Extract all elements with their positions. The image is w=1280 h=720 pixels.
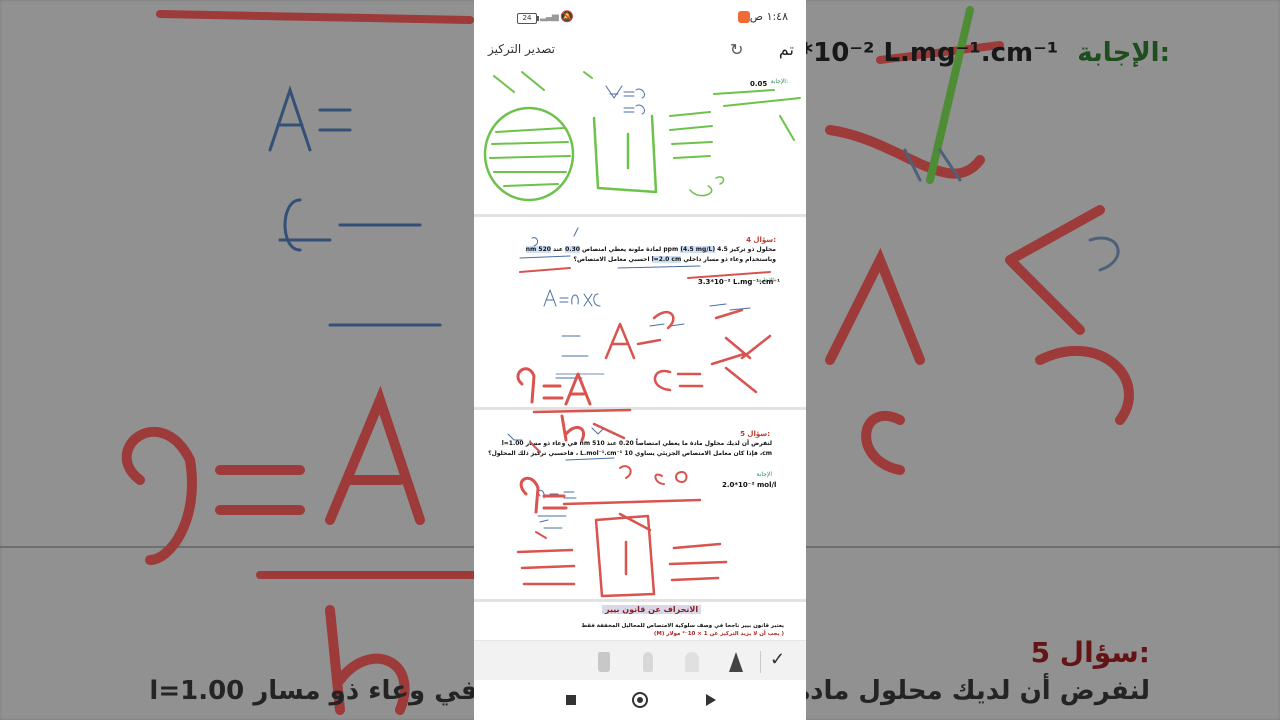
green-circle: [483, 106, 575, 202]
red-stroke: [592, 422, 626, 440]
red-stroke: [519, 267, 571, 273]
green-dash: [713, 89, 801, 107]
blue-formula-2: [623, 104, 645, 115]
green-rect: [592, 114, 658, 194]
red-eq: [542, 494, 568, 510]
red-9: [516, 367, 536, 404]
export-button[interactable]: تصدير التركيز: [488, 42, 555, 56]
blue-formula: [539, 519, 549, 523]
red-eq: [542, 384, 564, 400]
red-stroke: [529, 441, 541, 453]
blue-formula: [543, 289, 569, 307]
redo-icon[interactable]: ↻: [730, 40, 743, 60]
green-curl: [715, 176, 725, 185]
red-b: [560, 414, 585, 442]
home-button[interactable]: [632, 692, 648, 708]
blue-note: [709, 303, 751, 311]
recents-button[interactable]: [566, 695, 576, 705]
green-slash: [779, 115, 795, 141]
blue-three: [531, 237, 539, 247]
green-stroke: [583, 71, 593, 79]
status-time: ١:٤٨ ص: [749, 10, 788, 23]
pen-tip: [729, 652, 743, 672]
marker-tip: [598, 652, 610, 672]
green-stroke: [493, 75, 515, 93]
red-dash: [636, 338, 662, 346]
battery-icon: 24: [517, 13, 539, 24]
tray-divider: [760, 651, 761, 673]
green-blob: [689, 185, 713, 197]
brush-tip: [685, 652, 699, 672]
green-stroke: [521, 71, 545, 91]
red-line: [562, 498, 702, 506]
blue-formula: [605, 85, 645, 99]
red-9: [519, 476, 540, 514]
back-button[interactable]: [706, 694, 716, 706]
red-epsilon: [654, 473, 665, 485]
status-bar: 24 ▂▃▅ 🔕 ١:٤٨ ص: [474, 0, 806, 34]
blue-note: [507, 433, 523, 441]
red-stroke: [687, 271, 771, 279]
marker-icon[interactable]: [594, 649, 614, 675]
red-c: [653, 369, 672, 392]
blue-fraction: [537, 515, 567, 529]
brush-icon[interactable]: [682, 649, 702, 675]
red-eq: [676, 372, 704, 388]
check-icon[interactable]: ✓: [770, 649, 785, 670]
blue-note: [649, 323, 685, 327]
pencil-icon[interactable]: [638, 649, 658, 675]
green-lines: [489, 127, 571, 187]
red-dash: [535, 531, 547, 539]
red-k2: [710, 352, 758, 394]
blue-arrow: [573, 227, 579, 237]
annotation-toolbar: تصدير التركيز ↻ تم: [474, 34, 806, 66]
red-zero: [675, 471, 688, 483]
red-line: [532, 408, 632, 414]
navigation-bar: [474, 680, 806, 720]
red-lines: [668, 542, 728, 582]
blue-underline: [617, 265, 701, 269]
signal-icon: ▂▃▅: [540, 12, 559, 22]
recording-icon: [738, 11, 750, 23]
done-button[interactable]: تم: [779, 40, 794, 59]
red-three: [619, 465, 632, 479]
mute-icon: 🔕: [560, 10, 574, 23]
red-A: [604, 322, 636, 360]
red-stroke: [652, 311, 675, 330]
red-lines: [516, 548, 576, 586]
document-canvas[interactable]: الإجابة: 0.05 سؤال 4: محلول ذو تركيز 4.5…: [474, 68, 806, 640]
blue-underline: [519, 255, 571, 259]
blue-underline: [565, 457, 615, 461]
blue-fraction: [561, 335, 589, 357]
pen-icon[interactable]: [726, 649, 746, 675]
phone-screen: 24 ▂▃▅ 🔕 ١:٤٨ ص تصدير التركيز ↻ تم الإجا…: [474, 0, 806, 720]
pencil-tip: [643, 652, 653, 672]
green-lines: [669, 111, 713, 159]
pen-tray: ✓: [474, 640, 806, 681]
red-k: [714, 308, 772, 360]
handwriting-layer: [483, 71, 801, 598]
blue-formula: [571, 293, 601, 307]
